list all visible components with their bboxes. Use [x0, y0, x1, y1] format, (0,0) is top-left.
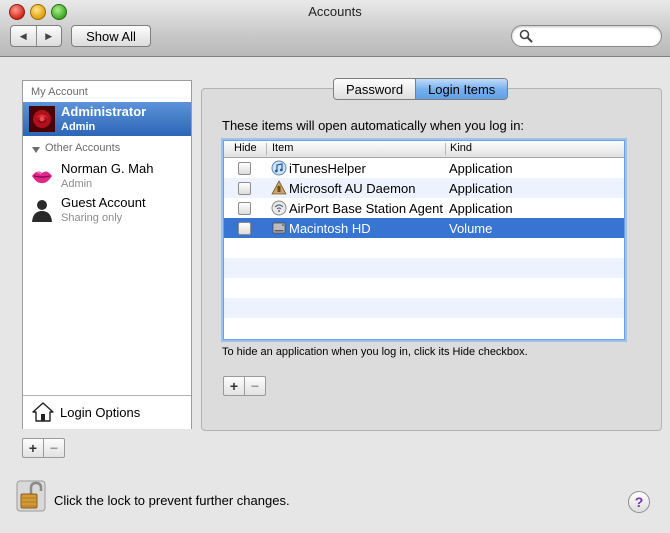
red-rose-avatar: [29, 106, 55, 132]
empty-row: [224, 258, 624, 278]
silhouette-avatar: [32, 200, 52, 222]
tab-login-items[interactable]: Login Items: [415, 79, 508, 99]
column-divider: [445, 143, 446, 155]
item-kind: Application: [449, 201, 513, 216]
back-button[interactable]: ◀: [11, 26, 36, 46]
add-account-button[interactable]: +: [23, 439, 43, 457]
column-divider: [266, 143, 267, 155]
search-input[interactable]: [536, 28, 658, 44]
title-bar: Accounts ◀ ▶ Show All: [0, 0, 670, 57]
login-items-table[interactable]: Hide Item Kind iTunesHelper Application: [223, 140, 625, 340]
account-name: Administrator: [61, 104, 147, 119]
airport-icon: [271, 200, 287, 216]
back-forward-control: ◀ ▶: [10, 25, 62, 47]
disclosure-triangle-icon[interactable]: [32, 147, 40, 153]
lock-status-text: Click the lock to prevent further change…: [54, 493, 290, 508]
account-add-remove: + −: [22, 438, 65, 458]
table-header: Hide Item Kind: [224, 141, 624, 158]
show-all-button[interactable]: Show All: [71, 25, 151, 47]
table-row[interactable]: iTunesHelper Application: [224, 158, 624, 178]
hide-checkbox[interactable]: [238, 222, 251, 235]
column-header-kind[interactable]: Kind: [450, 142, 472, 154]
hide-checkbox[interactable]: [238, 182, 251, 195]
login-items-intro: These items will open automatically when…: [222, 118, 525, 133]
forward-button[interactable]: ▶: [35, 26, 62, 46]
empty-row: [224, 298, 624, 318]
remove-login-item-button[interactable]: −: [244, 377, 265, 395]
account-role: Admin: [61, 121, 96, 133]
account-row-norman[interactable]: Norman G. Mah Admin: [23, 159, 191, 193]
item-name: iTunesHelper: [289, 161, 366, 176]
item-name: Microsoft AU Daemon: [289, 181, 416, 196]
table-row[interactable]: Microsoft AU Daemon Application: [224, 178, 624, 198]
item-kind: Volume: [449, 221, 493, 236]
tab-password[interactable]: Password: [334, 79, 416, 99]
account-role: Sharing only: [61, 212, 123, 224]
my-account-header: My Account: [31, 86, 88, 98]
column-header-hide[interactable]: Hide: [234, 142, 257, 154]
item-name: AirPort Base Station Agent: [289, 201, 443, 216]
lock-open-icon[interactable]: [16, 480, 46, 512]
lips-avatar: [32, 171, 52, 184]
accounts-list[interactable]: My Account Administrator Admin Other Acc…: [22, 80, 192, 429]
search-icon: [519, 29, 533, 43]
account-role: Admin: [61, 178, 93, 190]
other-accounts-header: Other Accounts: [45, 142, 121, 154]
search-field[interactable]: [511, 25, 662, 47]
remove-account-button[interactable]: −: [43, 439, 64, 457]
tab-bar: Password Login Items: [333, 78, 509, 100]
add-login-item-button[interactable]: +: [224, 377, 244, 395]
empty-row: [224, 318, 624, 338]
item-kind: Application: [449, 181, 513, 196]
hide-hint-text: To hide an application when you log in, …: [222, 346, 528, 358]
item-name: Macintosh HD: [289, 221, 371, 236]
table-row-selected[interactable]: Macintosh HD Volume: [224, 218, 624, 238]
itunes-icon: [271, 160, 287, 176]
table-row[interactable]: AirPort Base Station Agent Application: [224, 198, 624, 218]
empty-row: [224, 238, 624, 258]
login-options-label: Login Options: [60, 405, 141, 420]
app-icon: [271, 180, 287, 195]
column-header-item[interactable]: Item: [272, 142, 293, 154]
login-options-row[interactable]: Login Options: [23, 395, 191, 429]
empty-row: [224, 278, 624, 298]
account-name: Norman G. Mah: [61, 161, 154, 176]
help-button[interactable]: ?: [628, 491, 650, 513]
hide-checkbox[interactable]: [238, 162, 251, 175]
hide-checkbox[interactable]: [238, 202, 251, 215]
account-name: Guest Account: [61, 195, 146, 210]
login-item-add-remove: + −: [223, 376, 266, 396]
house-icon: [32, 402, 54, 422]
account-row-guest[interactable]: Guest Account Sharing only: [23, 193, 191, 227]
window-title: Accounts: [308, 4, 362, 19]
accounts-window: Accounts ◀ ▶ Show All My Account Adminis…: [0, 0, 670, 533]
account-row-administrator[interactable]: Administrator Admin: [23, 102, 191, 136]
item-kind: Application: [449, 161, 513, 176]
hard-drive-icon: [272, 222, 286, 234]
